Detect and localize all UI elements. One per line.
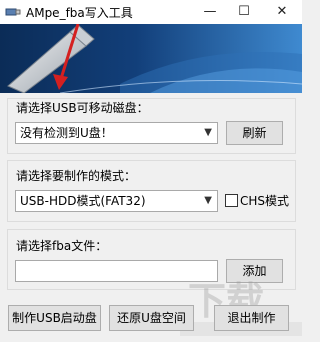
- app-window: AMpe_fba写入工具 — ☐ ✕ 请选择USB可移动磁盘： 没有检测到U盘！…: [0, 0, 302, 342]
- chs-label: CHS模式: [240, 194, 290, 208]
- usb-drive-value: 没有检测到U盘！: [20, 126, 113, 140]
- exit-button[interactable]: 退出制作: [214, 305, 289, 331]
- restore-usb-button[interactable]: 还原U盘空间: [109, 305, 194, 331]
- mode-label: 请选择要制作的模式：: [16, 169, 137, 183]
- minimize-button[interactable]: —: [194, 0, 226, 24]
- usb-label: 请选择USB可移动磁盘：: [16, 101, 149, 115]
- mode-value: USB-HDD模式(FAT32): [20, 194, 146, 208]
- usb-app-icon: [5, 8, 21, 16]
- usb-drive-select[interactable]: 没有检测到U盘！ ▼: [15, 122, 218, 144]
- chs-checkbox[interactable]: [225, 194, 238, 207]
- chevron-down-icon: ▼: [204, 195, 212, 206]
- maximize-button[interactable]: ☐: [228, 0, 260, 24]
- mode-select[interactable]: USB-HDD模式(FAT32) ▼: [15, 190, 218, 212]
- refresh-button[interactable]: 刷新: [226, 121, 283, 145]
- chevron-down-icon: ▼: [204, 127, 212, 138]
- title-bar: AMpe_fba写入工具 — ☐ ✕: [0, 0, 302, 24]
- fba-label: 请选择fba文件：: [16, 239, 108, 253]
- window-title: AMpe_fba写入工具: [26, 6, 133, 20]
- make-usb-button[interactable]: 制作USB启动盘: [8, 305, 101, 331]
- close-button[interactable]: ✕: [266, 0, 298, 24]
- banner-image: [0, 24, 302, 93]
